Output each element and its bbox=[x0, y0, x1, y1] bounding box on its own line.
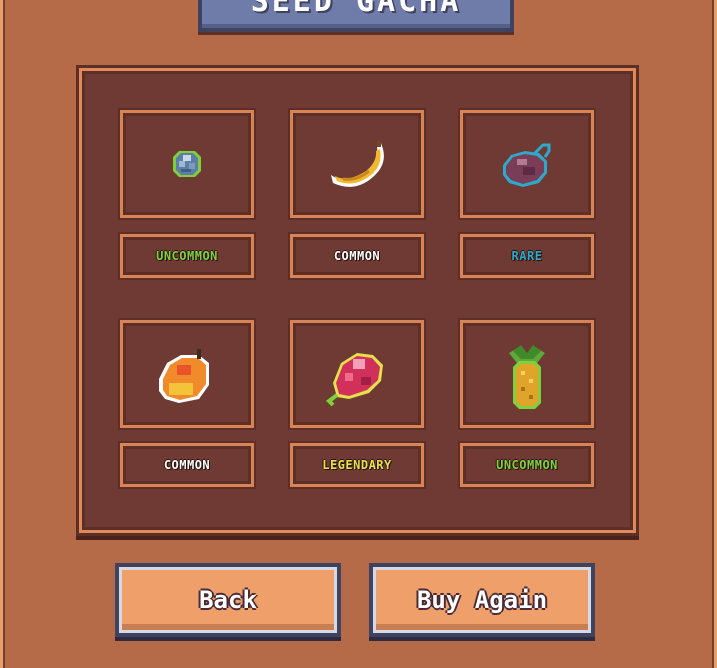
rarity-label: COMMON bbox=[333, 249, 381, 263]
rarity-slot-6: UNCOMMON bbox=[460, 443, 594, 487]
banana-icon bbox=[331, 141, 384, 187]
back-button-label: Back bbox=[199, 586, 257, 614]
buy-again-button[interactable]: Buy Again bbox=[369, 563, 595, 637]
rarity-slot-4: COMMON bbox=[120, 443, 254, 487]
item-slot-2[interactable] bbox=[290, 110, 424, 218]
rarity-label: UNCOMMON bbox=[496, 458, 558, 472]
blueberry-icon bbox=[173, 151, 201, 177]
item-slot-6[interactable] bbox=[460, 320, 594, 428]
rarity-label: COMMON bbox=[163, 458, 211, 472]
rarity-label: RARE bbox=[511, 249, 543, 263]
item-slot-3[interactable] bbox=[460, 110, 594, 218]
back-button[interactable]: Back bbox=[115, 563, 341, 637]
item-slot-5[interactable] bbox=[290, 320, 424, 428]
pineapple-icon bbox=[509, 345, 545, 409]
page-title: SEED GACHA bbox=[250, 0, 462, 19]
rarity-slot-2: COMMON bbox=[290, 234, 424, 278]
plum-icon bbox=[503, 143, 551, 187]
title-banner: SEED GACHA bbox=[198, 0, 514, 32]
mango-icon bbox=[159, 349, 209, 403]
results-panel: UNCOMMON COMMON RARE COMMON LEGENDARY UN… bbox=[79, 68, 636, 533]
item-slot-4[interactable] bbox=[120, 320, 254, 428]
buy-again-button-label: Buy Again bbox=[416, 586, 548, 614]
raspberry-icon bbox=[325, 353, 383, 407]
rarity-slot-5: LEGENDARY bbox=[290, 443, 424, 487]
rarity-label: LEGENDARY bbox=[322, 458, 392, 472]
rarity-slot-1: UNCOMMON bbox=[120, 234, 254, 278]
item-slot-1[interactable] bbox=[120, 110, 254, 218]
rarity-slot-3: RARE bbox=[460, 234, 594, 278]
rarity-label: UNCOMMON bbox=[156, 249, 218, 263]
